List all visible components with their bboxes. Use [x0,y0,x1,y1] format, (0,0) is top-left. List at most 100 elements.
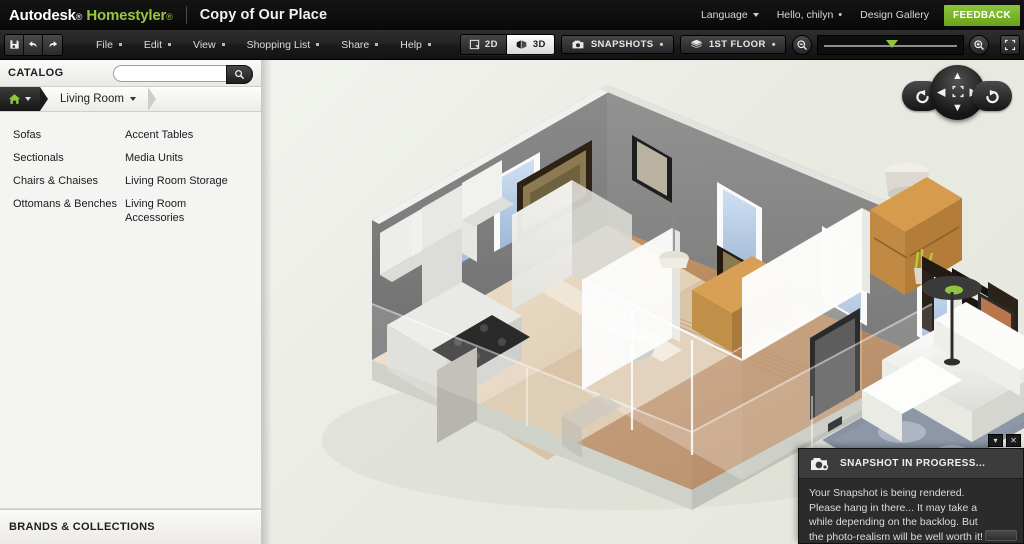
design-gallery-link[interactable]: Design Gallery [851,9,938,21]
zoom-out-icon [797,39,807,50]
category-sofas[interactable]: Sofas [0,124,125,147]
snapshots-label: SNAPSHOTS [590,39,654,50]
zoom-slider[interactable] [817,34,964,55]
recenter-icon[interactable] [951,85,964,101]
design-gallery-label: Design Gallery [860,9,930,21]
undo-arrow-icon [28,41,37,48]
snapshot-progress-popup: ▾ ✕ SNAPSHOT IN PROGRESS... Your Snapsho… [798,434,1024,544]
view-tools: 2D 3D SNAPSHOTS • 1ST FLOOR • [459,34,1024,55]
brands-collections-section[interactable]: BRANDS & COLLECTIONS [0,509,261,544]
popup-collapse-button[interactable]: ▾ [988,434,1003,447]
rotate-right-icon [985,89,999,103]
zoom-out-button[interactable] [792,34,812,55]
category-accent-tables[interactable]: Accent Tables [125,124,261,147]
zoom-in-icon [974,39,984,50]
cube-3d-icon [516,40,527,49]
design-canvas[interactable]: ▲ ▼ ◀ ▶ ▾ ✕ [262,60,1024,544]
account-area: Language Hello, chilyn • Design Gallery … [692,0,1024,30]
camera-icon [811,458,829,471]
fullscreen-button[interactable] [1000,34,1020,55]
tab-2d-label: 2D [484,39,498,50]
breadcrumb: Living Room [0,87,261,112]
homestyler-app: Autodesk ® Homestyler ® Copy of Our Place … [0,0,1024,544]
brands-collections-title: BRANDS & COLLECTIONS [9,521,155,533]
menu-edit[interactable]: Edit [133,30,182,60]
chevron-down-icon [752,13,759,17]
chevron-down-icon [221,43,225,46]
snapshots-button[interactable]: SNAPSHOTS • [560,35,674,54]
popup-line-1: Your Snapshot is being rendered. [809,487,965,499]
undo-button[interactable] [24,34,43,55]
menu-share-label: Share [341,38,370,51]
menu-help[interactable]: Help [389,30,442,60]
tab-3d[interactable]: 3D [506,35,554,54]
category-column-2: Accent Tables Media Units Living Room St… [125,124,261,230]
search-button[interactable] [226,64,253,84]
chevron-left-icon[interactable]: ◀ [937,87,945,98]
search-icon [235,69,245,79]
chevron-down-icon: • [659,38,664,51]
redo-arrow-icon [49,41,57,48]
chevron-up-icon[interactable]: ▲ [952,71,963,82]
menu-shopping-list[interactable]: Shopping List [236,30,331,60]
language-selector[interactable]: Language [692,9,768,21]
catalog-sidebar: CATALOG Living Room Sofas Sectionals Cha… [0,60,262,544]
chevron-down-icon [375,43,379,46]
view-mode-toggle: 2D 3D [459,34,555,55]
feedback-button[interactable]: FEEDBACK [944,4,1020,26]
main-toolbar: File Edit View Shopping List Share Help [0,30,1024,60]
menu-file[interactable]: File [85,30,133,60]
menu-view[interactable]: View [182,30,236,60]
brand-bar: Autodesk ® Homestyler ® Copy of Our Place … [0,0,1024,30]
search-input[interactable] [114,67,226,79]
save-button[interactable] [5,34,24,55]
user-menu[interactable]: Hello, chilyn • [768,9,851,21]
zoom-slider-handle[interactable] [886,39,898,48]
popup-line-4: the photo-realism will be well worth it! [809,530,983,543]
popup-close-button[interactable]: ✕ [1006,434,1021,447]
chevron-down-icon [427,43,431,46]
document-title: Copy of Our Place [199,7,328,23]
chevron-down-icon [25,97,31,101]
floor-selector[interactable]: 1ST FLOOR • [679,35,786,54]
popup-title: SNAPSHOT IN PROGRESS... [840,458,986,469]
brand-company-reg: ® [75,11,83,22]
brand-product-reg: ® [166,11,173,22]
popup-header: SNAPSHOT IN PROGRESS... [799,449,1023,479]
popup-action-button[interactable] [985,530,1017,541]
chevron-down-icon[interactable]: ▼ [952,103,963,114]
category-chairs-chaises[interactable]: Chairs & Chaises [0,170,125,193]
menu-bar: File Edit View Shopping List Share Help [85,30,442,60]
zoom-in-button[interactable] [969,34,989,55]
popup-line-3: while depending on the backlog. But [809,516,978,528]
category-ottomans-benches[interactable]: Ottomans & Benches [0,193,125,216]
brand-product: Homestyler [86,6,167,24]
category-living-room-storage[interactable]: Living Room Storage [125,170,261,193]
category-sectionals[interactable]: Sectionals [0,147,125,170]
tab-2d[interactable]: 2D [460,35,507,54]
brand-company: Autodesk [9,6,76,24]
brand-logo[interactable]: Autodesk ® Homestyler ® [0,7,173,24]
rotate-right-button[interactable] [972,81,1012,111]
navigation-widget[interactable]: ▲ ▼ ◀ ▶ [902,65,1012,127]
chevron-down-icon: • [771,38,776,51]
category-living-room-accessories[interactable]: Living Room Accessories [125,193,230,230]
catalog-title: CATALOG [8,67,64,79]
chevron-down-icon [129,97,136,101]
redo-button[interactable] [43,34,62,55]
camera-icon [572,40,584,49]
breadcrumb-current[interactable]: Living Room [40,87,156,111]
catalog-search[interactable] [113,64,253,84]
catalog-header: CATALOG [0,60,261,87]
menu-view-label: View [193,38,216,51]
category-list: Sofas Sectionals Chairs & Chaises Ottoma… [0,112,261,230]
brand-divider [185,6,187,24]
home-icon [8,94,21,104]
chevron-down-icon [316,43,320,46]
menu-help-label: Help [400,38,422,51]
category-media-units[interactable]: Media Units [125,147,261,170]
breadcrumb-home[interactable] [0,87,48,111]
rotate-left-icon [915,89,929,103]
fullscreen-icon [1004,39,1016,50]
menu-share[interactable]: Share [330,30,389,60]
